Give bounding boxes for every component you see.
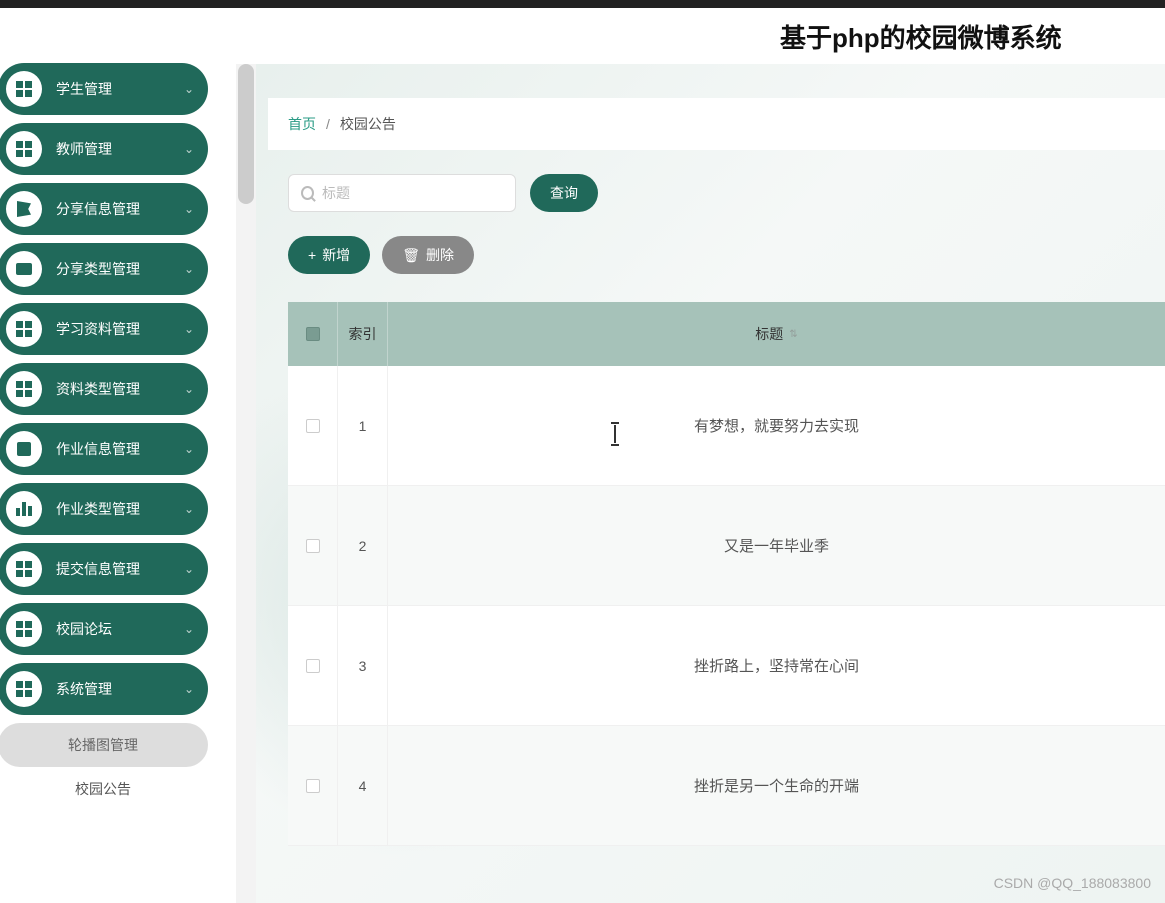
nav-label: 分享信息管理 [56, 199, 184, 219]
sort-icon: ⇅ [789, 329, 797, 340]
nav-system-mgmt[interactable]: 系统管理 ⌄ [0, 663, 208, 715]
app-title: 基于php的校园微博系统 [780, 18, 1062, 55]
row-title: 挫折是另一个生命的开端 [388, 775, 1165, 796]
nav-homework-type[interactable]: 作业类型管理 ⌄ [0, 483, 208, 535]
breadcrumb-home[interactable]: 首页 [288, 114, 316, 134]
search-input[interactable] [322, 185, 503, 201]
row-index: 3 [338, 606, 388, 725]
row-title: 有梦想，就要努力去实现 [388, 415, 1165, 436]
nav-label: 校园论坛 [56, 619, 184, 639]
row-index: 1 [338, 366, 388, 485]
nav-study-material[interactable]: 学习资料管理 ⌄ [0, 303, 208, 355]
nav-share-info[interactable]: 分享信息管理 ⌄ [0, 183, 208, 235]
grid-icon [6, 371, 42, 407]
chevron-down-icon: ⌄ [184, 442, 194, 456]
sub-campus-notice[interactable]: 校园公告 [0, 767, 208, 811]
table-row: 3 挫折路上，坚持常在心间 [288, 606, 1165, 726]
nav-student-mgmt[interactable]: 学生管理 ⌄ [0, 63, 208, 115]
nav-label: 教师管理 [56, 139, 184, 159]
chevron-down-icon: ⌄ [184, 562, 194, 576]
message-icon [6, 251, 42, 287]
table-row: 2 又是一年毕业季 [288, 486, 1165, 606]
search-button[interactable]: 查询 [530, 174, 598, 212]
row-index: 2 [338, 486, 388, 605]
stop-icon [6, 431, 42, 467]
data-table: 索引 标题 ⇅ 1 有梦想，就要努力去实现 2 又是一年毕业季 3 挫折路上，坚… [288, 302, 1165, 846]
table-body: 1 有梦想，就要努力去实现 2 又是一年毕业季 3 挫折路上，坚持常在心间 4 … [288, 366, 1165, 846]
row-checkbox[interactable] [306, 419, 320, 433]
search-box [288, 174, 516, 212]
sidebar: 学生管理 ⌄ 教师管理 ⌄ 分享信息管理 ⌄ 分享类型管理 ⌄ 学习资料管理 ⌄… [0, 55, 210, 903]
nav-campus-forum[interactable]: 校园论坛 ⌄ [0, 603, 208, 655]
nav-label: 分享类型管理 [56, 259, 184, 279]
nav-label: 学习资料管理 [56, 319, 184, 339]
add-label: 新增 [322, 245, 350, 265]
nav-label: 作业类型管理 [56, 499, 184, 519]
chevron-down-icon: ⌄ [184, 142, 194, 156]
scrollbar-thumb[interactable] [238, 64, 254, 204]
select-all-checkbox[interactable] [306, 327, 320, 341]
header-index: 索引 [338, 302, 388, 366]
text-cursor [614, 425, 616, 443]
nav-label: 资料类型管理 [56, 379, 184, 399]
breadcrumb: 首页 / 校园公告 [268, 98, 1165, 150]
row-checkbox[interactable] [306, 539, 320, 553]
table-row: 4 挫折是另一个生命的开端 [288, 726, 1165, 846]
watermark: CSDN @QQ_188083800 [994, 875, 1151, 891]
chevron-down-icon: ⌄ [184, 82, 194, 96]
grid-icon [6, 131, 42, 167]
action-toolbar: + 新增 🗑 删除 [288, 236, 474, 274]
sub-carousel-mgmt[interactable]: 轮播图管理 [0, 723, 208, 767]
top-border [0, 0, 1165, 8]
chevron-down-icon: ⌄ [184, 382, 194, 396]
row-title: 挫折路上，坚持常在心间 [388, 655, 1165, 676]
nav-share-type[interactable]: 分享类型管理 ⌄ [0, 243, 208, 295]
nav-label: 学生管理 [56, 79, 184, 99]
breadcrumb-separator: / [326, 116, 330, 132]
grid-icon [6, 551, 42, 587]
nav-label: 提交信息管理 [56, 559, 184, 579]
grid-icon [6, 671, 42, 707]
delete-label: 删除 [426, 245, 454, 265]
row-checkbox[interactable] [306, 779, 320, 793]
nav-label: 作业信息管理 [56, 439, 184, 459]
nav-homework-info[interactable]: 作业信息管理 ⌄ [0, 423, 208, 475]
chart-icon [6, 491, 42, 527]
table-header: 索引 标题 ⇅ [288, 302, 1165, 366]
nav-submit-info[interactable]: 提交信息管理 ⌄ [0, 543, 208, 595]
trash-icon: 🗑 [402, 247, 420, 264]
grid-icon [6, 611, 42, 647]
search-icon [301, 186, 314, 200]
nav-teacher-mgmt[interactable]: 教师管理 ⌄ [0, 123, 208, 175]
nav-label: 系统管理 [56, 679, 184, 699]
breadcrumb-current: 校园公告 [340, 114, 396, 134]
main-content: 首页 / 校园公告 查询 + 新增 🗑 删除 索引 标题 ⇅ [256, 64, 1165, 903]
chevron-down-icon: ⌄ [184, 502, 194, 516]
nav-material-type[interactable]: 资料类型管理 ⌄ [0, 363, 208, 415]
row-title: 又是一年毕业季 [388, 535, 1165, 556]
search-toolbar: 查询 [288, 174, 598, 212]
add-button[interactable]: + 新增 [288, 236, 370, 274]
header-checkbox-cell [288, 302, 338, 366]
grid-icon [6, 71, 42, 107]
header-title-label: 标题 [755, 324, 783, 344]
header-title[interactable]: 标题 ⇅ [388, 324, 1165, 344]
grid-icon [6, 311, 42, 347]
chevron-down-icon: ⌄ [184, 682, 194, 696]
chevron-down-icon: ⌄ [184, 322, 194, 336]
plus-icon: + [308, 247, 316, 263]
delete-button[interactable]: 🗑 删除 [382, 236, 474, 274]
chevron-down-icon: ⌄ [184, 262, 194, 276]
flag-icon [6, 191, 42, 227]
row-index: 4 [338, 726, 388, 845]
table-row: 1 有梦想，就要努力去实现 [288, 366, 1165, 486]
chevron-down-icon: ⌄ [184, 622, 194, 636]
row-checkbox[interactable] [306, 659, 320, 673]
chevron-down-icon: ⌄ [184, 202, 194, 216]
